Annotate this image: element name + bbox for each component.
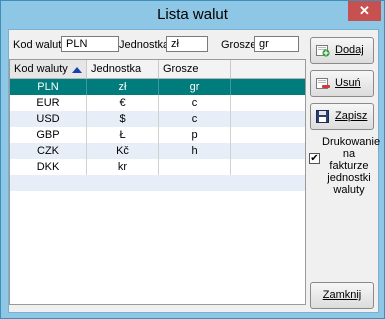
currency-code-input[interactable] — [61, 36, 119, 52]
remove-icon — [316, 78, 330, 89]
save-button-label: Zapisz — [335, 110, 368, 122]
table-row[interactable]: PLN zł gr — [10, 79, 305, 95]
delete-button-label: Usuń — [335, 77, 361, 89]
cell-code: CZK — [10, 143, 87, 159]
dialog-body: Kod waluty: Jednostka: Grosze: Kod walut… — [8, 29, 381, 313]
unit-label: Jednostka: — [119, 39, 173, 51]
unit-input[interactable] — [166, 36, 208, 52]
currency-list-window: Lista walut ✕ Kod waluty: Jednostka: Gro… — [0, 0, 385, 319]
title-bar[interactable]: Lista walut ✕ — [1, 1, 384, 29]
cell-unit: Ł — [87, 127, 159, 143]
cell-cents: c — [159, 111, 231, 127]
cell-unit: zł — [87, 79, 159, 95]
cents-input[interactable] — [254, 36, 299, 52]
cell-unit: $ — [87, 111, 159, 127]
close-dialog-button[interactable]: Zamknij — [310, 282, 374, 309]
cell-cents: h — [159, 143, 231, 159]
add-button[interactable]: Dodaj — [310, 37, 374, 64]
cell-unit: € — [87, 95, 159, 111]
cell-code: GBP — [10, 127, 87, 143]
cell-cents — [159, 159, 231, 175]
table-row[interactable]: USD $ c — [10, 111, 305, 127]
print-on-invoice-label: Drukowanie na fakturze jednostki waluty — [322, 136, 381, 196]
cell-cents: p — [159, 127, 231, 143]
delete-button[interactable]: Usuń — [310, 70, 374, 97]
cell-unit: kr — [87, 159, 159, 175]
print-on-invoice-checkbox[interactable]: ✔ — [309, 153, 320, 164]
save-button[interactable]: Zapisz — [310, 103, 374, 130]
floppy-disk-icon — [316, 110, 329, 123]
add-button-label: Dodaj — [335, 44, 364, 56]
cell-unit: Kč — [87, 143, 159, 159]
window-title: Lista walut — [157, 6, 228, 23]
table-row[interactable]: CZK Kč h — [10, 143, 305, 159]
cell-cents: c — [159, 95, 231, 111]
sort-ascending-icon — [72, 67, 82, 73]
currency-table[interactable]: Kod waluty Jednostka Grosze PLN zł gr EU… — [9, 59, 306, 305]
cell-code: USD — [10, 111, 87, 127]
table-row[interactable]: DKK kr — [10, 159, 305, 175]
cell-cents: gr — [159, 79, 231, 95]
column-header-unit-label: Jednostka — [91, 63, 142, 75]
column-header-cents-label: Grosze — [163, 63, 199, 75]
window-close-button[interactable]: ✕ — [348, 1, 381, 21]
column-header-code-label: Kod waluty — [14, 63, 68, 75]
column-header-code[interactable]: Kod waluty — [10, 60, 87, 79]
table-row[interactable]: EUR € c — [10, 95, 305, 111]
cell-code: DKK — [10, 159, 87, 175]
cell-code: EUR — [10, 95, 87, 111]
column-header-cents[interactable]: Grosze — [159, 60, 231, 79]
close-dialog-button-label: Zamknij — [322, 289, 362, 301]
add-currency-icon — [316, 45, 330, 57]
table-row[interactable]: GBP Ł p — [10, 127, 305, 143]
table-row-empty — [10, 175, 305, 191]
column-header-filler — [231, 60, 305, 79]
cell-code: PLN — [10, 79, 87, 95]
column-header-unit[interactable]: Jednostka — [87, 60, 159, 79]
